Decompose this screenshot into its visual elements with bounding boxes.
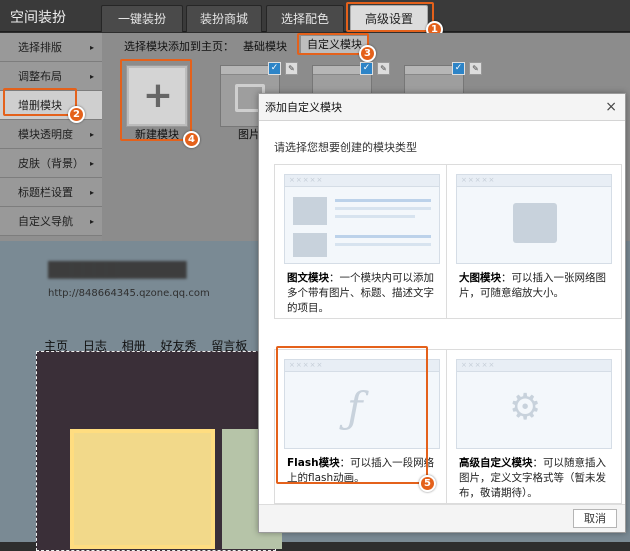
checkmark-icon[interactable]: ✓ [452, 62, 465, 75]
checkmark-icon[interactable]: ✓ [268, 62, 281, 75]
step-badge-5: 5 [419, 475, 436, 492]
card-advanced-custom[interactable]: ××××× ⚙ 高级自定义模块：可以随意插入图片，定义文字格式等（暂未发布，敬请… [446, 349, 622, 504]
close-icon[interactable]: × [605, 99, 617, 115]
highlight-flash-card [276, 346, 428, 484]
gear-icon: ⚙ [509, 387, 542, 428]
arrow-right-icon: ▸ [89, 72, 94, 81]
sidebar-item-label: 皮肤（背景） [18, 157, 84, 170]
step-badge-4: 4 [183, 131, 200, 148]
nav-album[interactable]: 相册 [122, 339, 146, 353]
image-icon [293, 233, 327, 257]
checkmark-icon[interactable]: ✓ [360, 62, 373, 75]
tab-basic-modules[interactable]: 基础模块 [243, 38, 287, 54]
card-image-text-desc: 图文模块：一个模块内可以添加多个带有图片、标题、描述文字的项目。 [287, 272, 434, 314]
pencil-icon[interactable]: ✎ [469, 62, 482, 75]
arrow-right-icon: ▸ [89, 217, 94, 226]
highlight-advanced-tab [346, 2, 434, 32]
highlight-modules-item [3, 88, 77, 116]
sidebar-item-opacity[interactable]: 模块透明度 ▸ [0, 120, 102, 149]
card-big-image-desc: 大图模块：可以插入一张网络图片，可随意缩放大小。 [459, 272, 606, 299]
arrow-right-icon: ▸ [89, 130, 94, 139]
top-bar: 空间装扮 一键装扮 装扮商城 选择配色 高级设置 [0, 0, 630, 32]
sidebar-item-custom-nav[interactable]: 自定义导航 ▸ [0, 207, 102, 236]
pencil-icon[interactable]: ✎ [377, 62, 390, 75]
site-nav: 主页 日志 相册 好友秀 留言板 [44, 337, 274, 354]
sidebar-item-label: 自定义导航 [18, 215, 73, 228]
dialog-footer: 取消 [259, 504, 625, 532]
sidebar-item-skin[interactable]: 皮肤（背景） ▸ [0, 149, 102, 178]
sidebar: 选择排版 ▸ 调整布局 ▸ 增删模块 模块透明度 ▸ 皮肤（背景） ▸ 标题栏设置 ▸ 自… [0, 33, 102, 241]
sidebar-item-titlebar[interactable]: 标题栏设置 ▸ [0, 178, 102, 207]
tab-colors[interactable]: 选择配色 [266, 5, 344, 32]
dialog-prompt: 请选择您想要创建的模块类型 [274, 141, 417, 154]
arrow-right-icon: ▸ [89, 43, 94, 52]
big-image-preview: ××××× [456, 174, 612, 264]
nav-home[interactable]: 主页 [44, 339, 68, 353]
image-text-preview: ××××× [284, 174, 440, 264]
highlight-new-module [120, 59, 192, 141]
nav-friends[interactable]: 好友秀 [161, 339, 197, 353]
app-title: 空间装扮 [10, 10, 66, 26]
dialog-title: 添加自定义模块 [259, 94, 625, 121]
sidebar-item-label: 模块透明度 [18, 128, 73, 141]
tab-store[interactable]: 装扮商城 [186, 5, 262, 32]
step-badge-3: 3 [359, 45, 376, 62]
tab-one-click[interactable]: 一键装扮 [101, 5, 183, 32]
photo-flowers [70, 429, 215, 549]
sidebar-item-label: 标题栏设置 [18, 186, 73, 199]
arrow-right-icon: ▸ [89, 159, 94, 168]
sidebar-item-adjust[interactable]: 调整布局 ▸ [0, 62, 102, 91]
sidebar-item-label: 选择排版 [18, 41, 62, 54]
card-big-image[interactable]: ××××× 大图模块：可以插入一张网络图片，可随意缩放大小。 [446, 164, 622, 319]
card-image-text[interactable]: ××××× 图文模块：一个模块内可以添加多个带有图片、标题、描述文字的项目。 [274, 164, 450, 319]
sidebar-item-label: 调整布局 [18, 70, 62, 83]
nav-blog[interactable]: 日志 [83, 339, 107, 353]
module-thumb-label: 图片 [238, 128, 260, 141]
sidebar-item-layout[interactable]: 选择排版 ▸ [0, 33, 102, 62]
site-name-blurred: ████████████ [48, 261, 187, 279]
arrow-right-icon: ▸ [89, 188, 94, 197]
dialog-title-text: 添加自定义模块 [265, 101, 342, 114]
cancel-button[interactable]: 取消 [573, 509, 617, 528]
advanced-preview: ××××× ⚙ [456, 359, 612, 449]
nav-guestbook[interactable]: 留言板 [211, 339, 247, 353]
site-url: http://848664345.qzone.qq.com [48, 288, 210, 299]
image-icon [293, 197, 327, 225]
card-advanced-custom-desc: 高级自定义模块：可以随意插入图片，定义文字格式等（暂未发布，敬请期待）。 [459, 457, 606, 499]
pencil-icon[interactable]: ✎ [285, 62, 298, 75]
image-icon [513, 203, 557, 243]
module-panel-label: 选择模块添加到主页： [124, 40, 234, 53]
step-badge-2: 2 [68, 106, 85, 123]
